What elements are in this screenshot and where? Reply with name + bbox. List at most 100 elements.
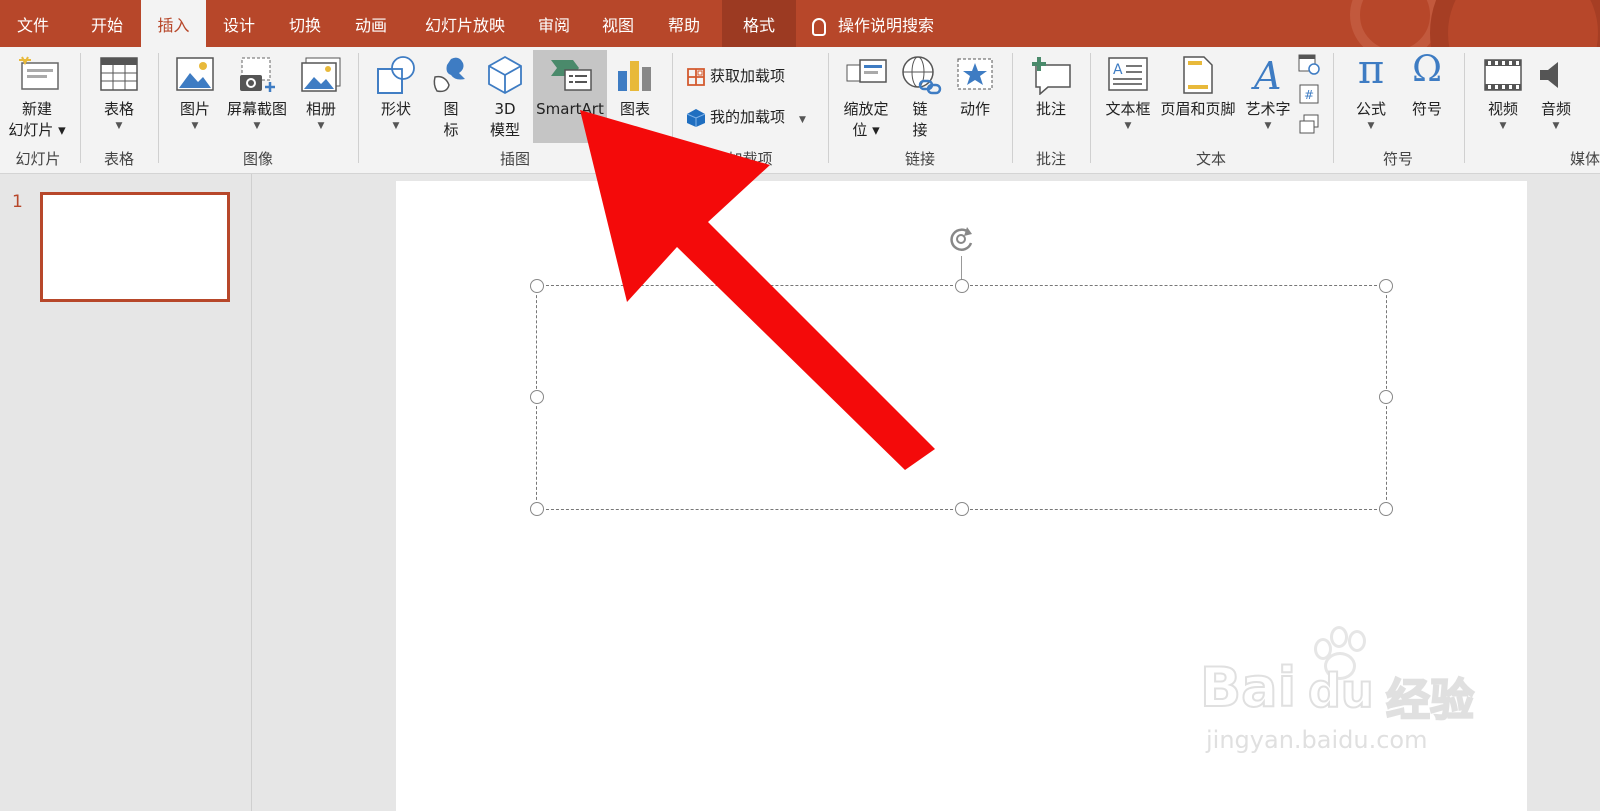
tab-review[interactable]: 审阅 [522,0,586,47]
speaker-icon [1540,62,1558,88]
symbol-button[interactable]: Ω 符号 [1400,49,1454,143]
new-slide-label: 新建 [21,100,52,118]
search-label: 操作说明搜索 [838,16,935,35]
header-footer-label: 页眉和页脚 [1160,100,1236,118]
group-label-illustrations: 插图 [499,150,530,168]
ribbon: 新建 幻灯片 ▾ 幻灯片 表格 ▼ 表格 图片 ▼ 屏幕截图 ▼ 相册 ▼ 图像… [0,47,1600,174]
textbox-label: 文本框 [1105,100,1151,118]
link-label2: 接 [912,121,928,139]
slide-number-button[interactable]: # [1298,83,1322,105]
resize-handle-bottom-left[interactable] [530,502,544,516]
smartart-icon [551,60,592,91]
group-separator [158,53,159,163]
zoom-label: 缩放定 [843,100,889,118]
new-slide-label2: 幻灯片 ▾ [8,121,66,139]
resize-handle-left[interactable] [530,390,544,404]
slide-number: 1 [12,192,23,212]
zoom-button[interactable]: 缩放定 位 ▾ [836,53,896,143]
dropdown-arrow-icon: ▼ [1552,121,1560,131]
header-footer-icon [1183,56,1213,94]
selected-textbox[interactable] [536,285,1387,510]
new-slide-button[interactable]: 新建 幻灯片 ▾ [4,53,70,143]
resize-handle-top-left[interactable] [530,279,544,293]
resize-handle-top-right[interactable] [1379,279,1393,293]
date-time-button[interactable] [1298,53,1322,75]
equation-button[interactable]: π 公式 ▼ [1344,47,1398,143]
chart-icon [618,61,651,91]
object-icon [1299,114,1319,134]
smartart-button[interactable]: SmartArt [533,50,607,143]
dropdown-arrow-icon: ▼ [115,121,123,131]
dropdown-arrow-icon: ▼ [253,121,261,131]
dropdown-arrow-icon: ▼ [1264,121,1272,131]
group-separator [672,53,673,163]
tab-file[interactable]: 文件 [0,0,66,47]
chart-button[interactable]: 图表 [610,53,660,143]
tab-design[interactable]: 设计 [206,0,272,47]
group-separator [1464,53,1465,163]
my-addins-button[interactable]: 我的加载项 ▼ [686,102,806,132]
group-label-text: 文本 [1195,150,1226,168]
resize-handle-right[interactable] [1379,390,1393,404]
header-footer-button[interactable]: 页眉和页脚 [1156,53,1240,143]
comment-button[interactable]: 批注 [1024,53,1078,143]
omega-icon: Ω [1412,49,1442,90]
link-button[interactable]: 链 接 [898,53,942,143]
3d-models-button[interactable]: 3D 模型 [478,53,532,143]
audio-button[interactable]: 音频 ▼ [1536,53,1600,143]
icons-label2: 标 [443,121,459,139]
date-time-icon [1298,54,1320,75]
wordart-button[interactable]: A 艺术字 ▼ [1240,53,1296,143]
photo-album-button[interactable]: 相册 ▼ [294,53,348,143]
tab-help[interactable]: 帮助 [652,0,716,47]
picture-label: 图片 [179,100,210,118]
pi-icon: π [1357,47,1385,93]
slide-thumbnail-pane: 1 [0,174,252,811]
tab-format[interactable]: 格式 [722,0,796,47]
resize-handle-top[interactable] [955,279,969,293]
table-label: 表格 [103,100,134,118]
icons-icon [433,57,465,93]
zoom-icon [846,59,887,83]
icons-button[interactable]: 图 标 [426,53,476,143]
new-slide-icon [19,56,59,90]
slide-thumbnail[interactable] [40,192,230,302]
group-separator [1012,53,1013,163]
3d-models-label: 3D [494,100,516,118]
screenshot-button[interactable]: 屏幕截图 ▼ [222,53,292,143]
rotate-handle-icon[interactable] [945,225,981,257]
tell-me-search[interactable]: 操作说明搜索 [812,0,962,47]
tab-animations[interactable]: 动画 [338,0,404,47]
svg-text:A: A [1113,62,1123,78]
group-label-addins: 加载项 [727,150,773,168]
3d-cube-icon [488,55,522,95]
shapes-button[interactable]: 形状 ▼ [368,53,424,143]
resize-handle-bottom-right[interactable] [1379,502,1393,516]
tab-slideshow[interactable]: 幻灯片放映 [410,0,520,47]
smartart-label: SmartArt [536,100,604,118]
video-button[interactable]: 视频 ▼ [1474,53,1532,143]
tab-insert[interactable]: 插入 [141,0,206,47]
table-button[interactable]: 表格 ▼ [90,53,148,143]
comment-label: 批注 [1035,100,1066,118]
resize-handle-bottom[interactable] [955,502,969,516]
tab-transitions[interactable]: 切换 [272,0,338,47]
link-label: 链 [912,100,928,118]
audio-label: 音频 [1540,100,1571,118]
textbox-icon: A [1108,57,1148,91]
link-globe-icon [902,56,942,95]
tab-view[interactable]: 视图 [586,0,650,47]
picture-button[interactable]: 图片 ▼ [168,53,222,143]
action-button[interactable]: 动作 [948,53,1002,143]
object-button[interactable] [1298,113,1322,135]
get-addins-button[interactable]: 获取加载项 [686,61,785,91]
textbox-button[interactable]: A 文本框 ▼ [1100,53,1156,143]
photo-album-label: 相册 [305,100,336,118]
dropdown-arrow-icon: ▼ [317,121,325,131]
group-label-slides: 幻灯片 [15,150,61,168]
dropdown-arrow-icon: ▼ [1124,121,1132,131]
zoom-label2: 位 ▾ [852,121,880,139]
group-label-comments: 批注 [1035,150,1066,168]
screenshot-icon [240,57,275,92]
tab-home[interactable]: 开始 [74,0,140,47]
